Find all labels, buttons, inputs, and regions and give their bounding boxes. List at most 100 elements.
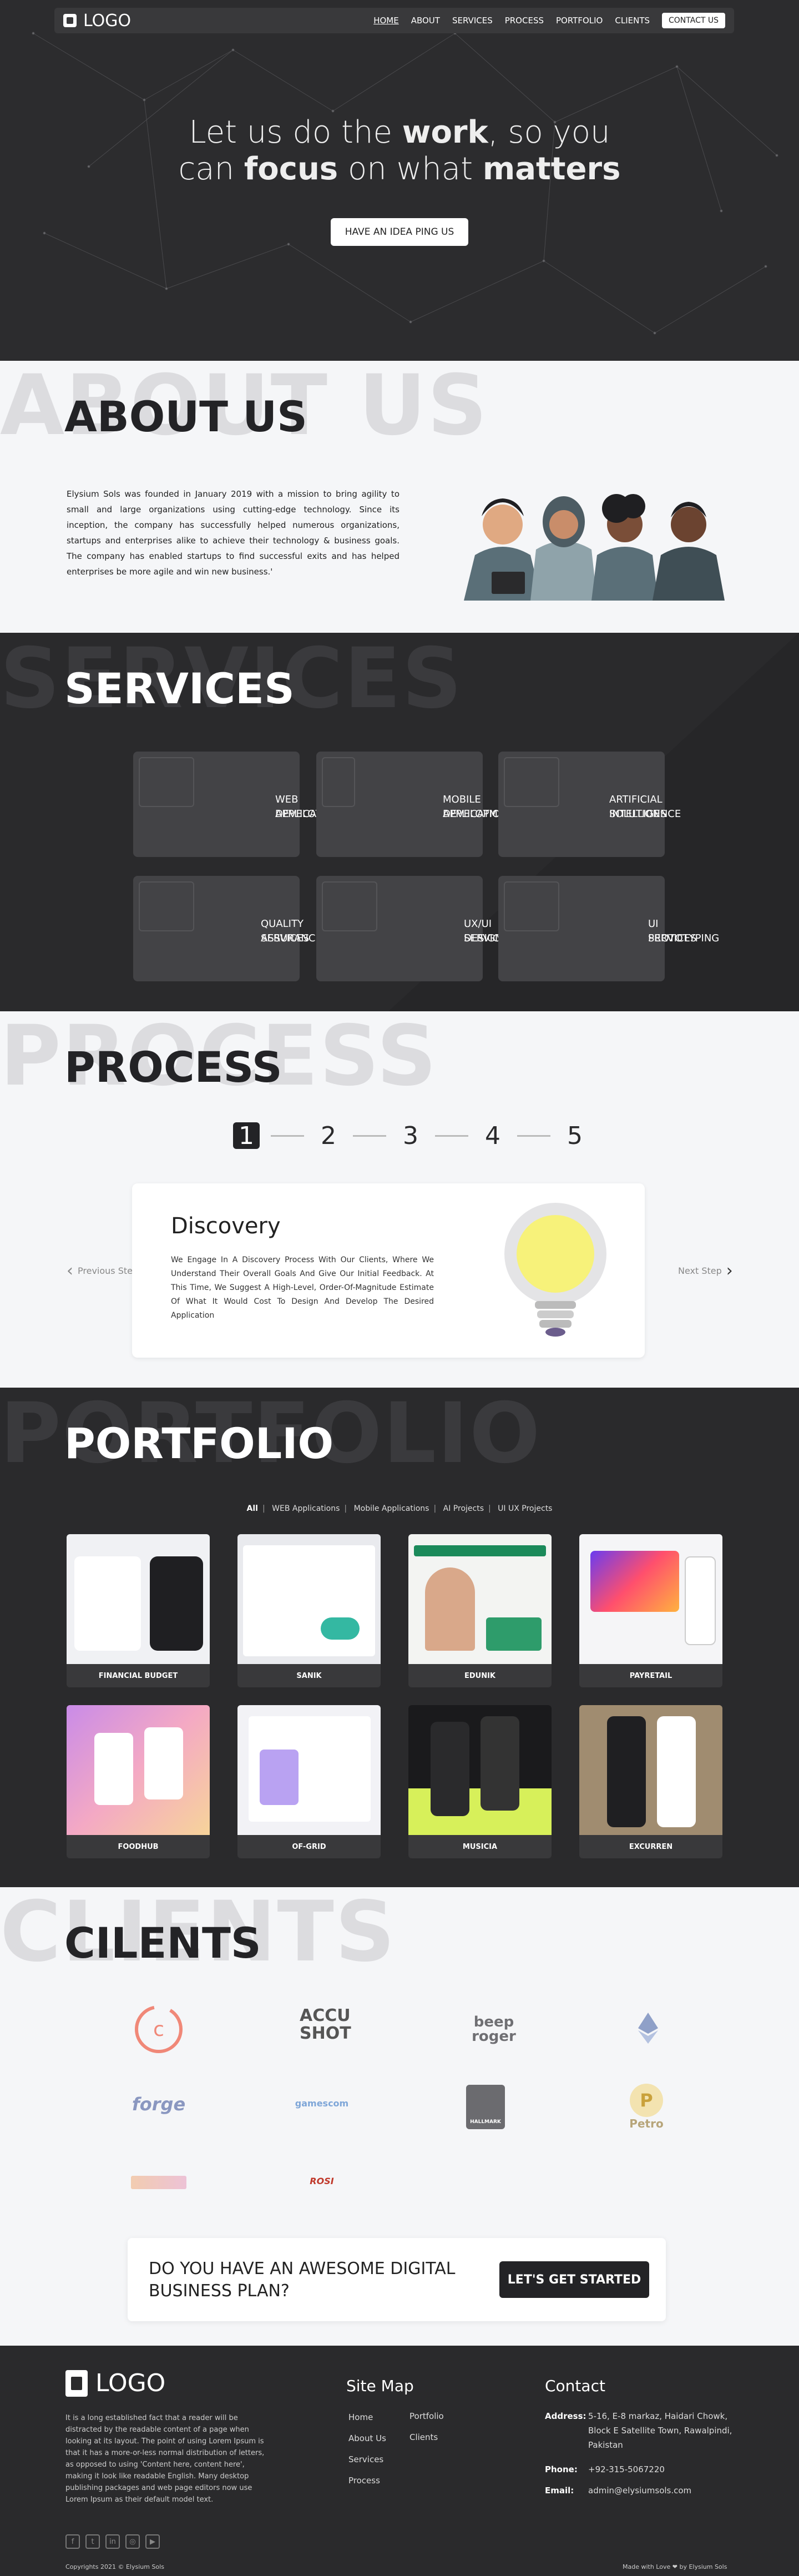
logo-icon — [63, 14, 77, 27]
code-icon — [139, 757, 194, 807]
nav-process[interactable]: PROCESS — [505, 16, 544, 26]
lightbulb-icon — [504, 1203, 606, 1337]
service-card-qa[interactable]: QUALITY ASSURANCE SERVICES — [133, 876, 322, 981]
portfolio-thumbnail — [579, 1705, 722, 1835]
services-section: SERVICES SERVICES WEB APPLICATION DEVELOP… — [0, 633, 799, 1011]
prototype-icon — [504, 881, 559, 931]
contact-phone-value[interactable]: +92-315-5067220 — [588, 2462, 665, 2477]
step-divider — [517, 1135, 550, 1137]
step-4[interactable]: 4 — [479, 1122, 506, 1150]
process-steps: 1 2 3 4 5 — [233, 1122, 588, 1150]
portfolio-filters: All | WEB Applications | Mobile Applicatio… — [246, 1504, 553, 1513]
filter-ai[interactable]: AI Projects — [443, 1504, 484, 1513]
copyright: Copyrights 2021 © Elysium Sols — [65, 2563, 164, 2570]
previous-step-button[interactable]: ‹ Previous Step — [67, 1261, 138, 1281]
portfolio-item[interactable]: EDUNIK — [408, 1534, 552, 1687]
nav-menu: HOME ABOUT SERVICES PROCESS PORTFOLIO CL… — [373, 13, 725, 28]
portfolio-thumbnail — [67, 1534, 210, 1664]
portfolio-item[interactable]: FINANCIAL BUDGET — [67, 1534, 210, 1687]
logo-icon — [65, 2370, 88, 2397]
svg-text:c: c — [153, 2018, 164, 2041]
portfolio-caption: MUSICIA — [462, 1842, 498, 1851]
logo[interactable]: LOGO — [63, 11, 131, 31]
portfolio-caption: PAYRETAIL — [629, 1671, 672, 1680]
team-illustration — [464, 494, 725, 601]
nav-services[interactable]: SERVICES — [452, 16, 493, 26]
made-with-love: Made with Love ❤ by Elysium Sols — [623, 2563, 727, 2570]
about-text: Elysium Sols was founded in January 2019… — [67, 489, 400, 577]
footer-link-clients[interactable]: Clients — [409, 2432, 438, 2442]
filter-all[interactable]: All — [247, 1504, 258, 1513]
footer-link-home[interactable]: Home — [348, 2412, 373, 2422]
hero-cta-button[interactable]: HAVE AN IDEA PING US — [331, 218, 468, 246]
footer-link-portfolio[interactable]: Portfolio — [409, 2411, 444, 2421]
youtube-icon[interactable]: ▶ — [145, 2534, 160, 2549]
clients-section: CLIENTS CILENTS c ACCU SHOT beep roger f… — [0, 1887, 799, 2242]
hero-section: Let us do the work, so you can focus on … — [0, 0, 799, 361]
footer-link-about[interactable]: About Us — [348, 2433, 386, 2443]
portfolio-caption: EDUNIK — [464, 1671, 496, 1680]
footer-logo[interactable]: LOGO — [65, 2369, 165, 2397]
client-logo-ethereum — [638, 2013, 658, 2044]
step-2[interactable]: 2 — [315, 1122, 342, 1150]
client-logo-beeproger: beep roger — [472, 2014, 516, 2045]
step-1[interactable]: 1 — [233, 1122, 260, 1150]
portfolio-item[interactable]: EXCURREN — [579, 1705, 722, 1858]
services-title: SERVICES — [64, 664, 295, 713]
nav-clients[interactable]: CLIENTS — [615, 16, 650, 26]
contact-email: Email: — [545, 2486, 574, 2496]
nav-home[interactable]: HOME — [373, 16, 399, 26]
process-card-text: We Engage In A Discovery Process With Ou… — [171, 1256, 434, 1320]
portfolio-item[interactable]: FOODHUB — [67, 1705, 210, 1858]
service-card-prototyping[interactable]: UI PROTOTYPING SERVICES — [498, 876, 719, 981]
portfolio-thumbnail — [237, 1705, 381, 1835]
portfolio-thumbnail — [237, 1534, 381, 1664]
ai-chip-icon — [504, 757, 559, 807]
portfolio-item[interactable]: MUSICIA — [408, 1705, 552, 1858]
portfolio-title: PORTFOLIO — [64, 1419, 334, 1468]
client-logo-small — [131, 2176, 186, 2189]
qa-icon — [139, 881, 194, 931]
chevron-left-icon: ‹ — [67, 1261, 73, 1281]
process-title: PROCESS — [64, 1042, 282, 1092]
portfolio-thumbnail — [408, 1705, 552, 1835]
filter-uiux[interactable]: UI UX Projects — [498, 1504, 552, 1513]
service-card-mobile[interactable]: MOBILE APPLICATION DEVELOPMENT — [316, 752, 518, 857]
process-card: Discovery We Engage In A Discovery Proce… — [132, 1183, 645, 1358]
hero-headline: Let us do the work, so you can focus on … — [178, 114, 621, 187]
client-logo-gamescom: gamescom — [295, 2098, 349, 2109]
footer-link-process[interactable]: Process — [348, 2476, 380, 2486]
step-3[interactable]: 3 — [397, 1122, 424, 1150]
step-divider — [353, 1135, 386, 1137]
service-card-uxui[interactable]: UX/UI DESIGNING SERVICES — [316, 876, 520, 981]
footer-description: It is a long established fact that a rea… — [65, 2414, 265, 2504]
get-started-button[interactable]: LET'S GET STARTED — [499, 2261, 649, 2298]
client-logo-hallmark: HALLMARK — [466, 2085, 505, 2129]
facebook-icon[interactable]: f — [65, 2534, 80, 2549]
linkedin-icon[interactable]: in — [105, 2534, 120, 2549]
nav-about[interactable]: ABOUT — [411, 16, 440, 26]
portfolio-item[interactable]: OF-GRID — [237, 1705, 381, 1858]
design-icon — [322, 881, 377, 931]
portfolio-caption: FINANCIAL BUDGET — [98, 1671, 178, 1680]
service-card-ai[interactable]: ARTIFICIAL INTELLIGENCE SOLUTIONS — [498, 752, 681, 857]
twitter-icon[interactable]: t — [85, 2534, 100, 2549]
filter-web[interactable]: WEB Applications — [272, 1504, 340, 1513]
filter-mobile[interactable]: Mobile Applications — [354, 1504, 429, 1513]
step-divider — [271, 1135, 304, 1137]
contact-title: Contact — [545, 2377, 605, 2395]
portfolio-item[interactable]: PAYRETAIL — [579, 1534, 722, 1687]
nav-portfolio[interactable]: PORTFOLIO — [556, 16, 603, 26]
service-card-web[interactable]: WEB APPLICATION DEVELOPMENT — [133, 752, 350, 857]
instagram-icon[interactable]: ◎ — [125, 2534, 140, 2549]
contact-email-value[interactable]: admin@elysiumsols.com — [588, 2483, 691, 2498]
contact-us-button[interactable]: CONTACT US — [662, 13, 725, 28]
cta-box: DO YOU HAVE AN AWESOME DIGITAL BUSINESS … — [128, 2238, 666, 2321]
step-5[interactable]: 5 — [562, 1122, 588, 1150]
footer-link-services[interactable]: Services — [348, 2454, 383, 2464]
contact-address: Address: — [545, 2411, 586, 2421]
portfolio-item[interactable]: SANIK — [237, 1534, 381, 1687]
next-step-button[interactable]: Next Step › — [678, 1261, 733, 1281]
about-section: ABOUT US ABOUT US Elysium Sols was found… — [0, 361, 799, 633]
chevron-right-icon: › — [726, 1261, 733, 1281]
